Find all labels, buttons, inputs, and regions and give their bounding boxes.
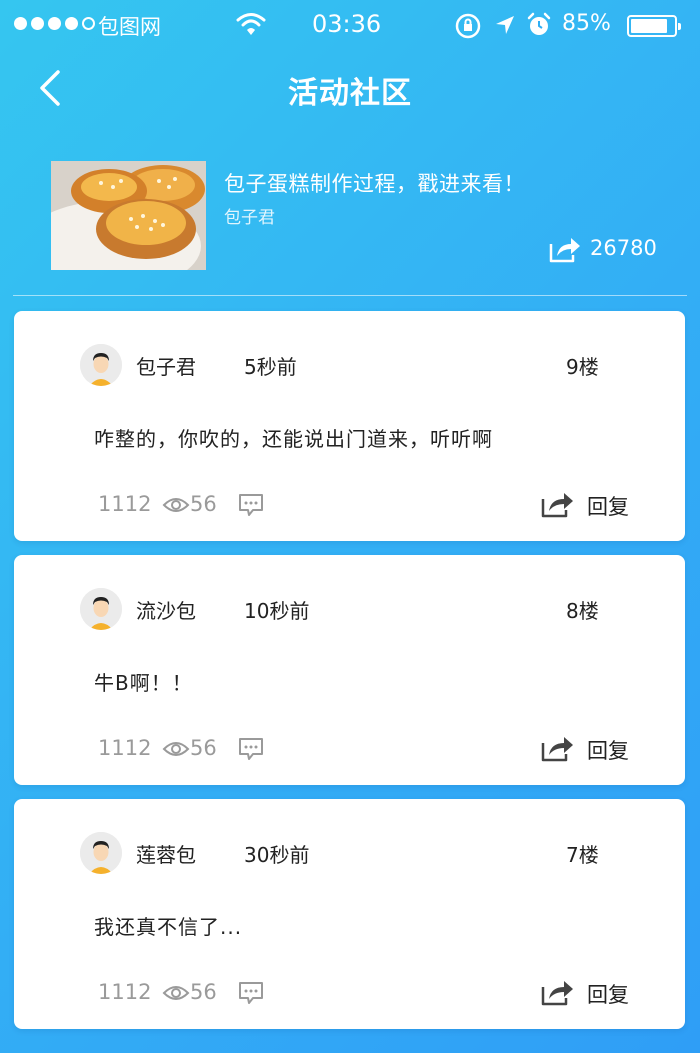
header-divider — [13, 295, 687, 296]
view-count: 56 — [190, 492, 217, 516]
comment-icon[interactable] — [238, 981, 264, 1005]
reply-button[interactable]: 回复 — [539, 975, 649, 1011]
signal-strength-icon — [14, 17, 95, 30]
username[interactable]: 莲蓉包 — [136, 839, 196, 868]
share-reply-icon — [541, 493, 573, 518]
carrier-name: 包图网 — [98, 15, 161, 39]
reply-label: 回复 — [587, 983, 629, 1007]
post-thumbnail[interactable] — [51, 161, 206, 270]
eye-icon — [162, 742, 190, 756]
avatar[interactable] — [80, 344, 122, 386]
battery-percentage: 85% — [562, 11, 611, 36]
comment-icon[interactable] — [238, 737, 264, 761]
eye-icon — [162, 498, 190, 512]
username[interactable]: 流沙包 — [136, 595, 196, 624]
rotation-lock-icon — [455, 13, 481, 39]
alarm-icon — [527, 12, 551, 35]
like-count: 1112 — [98, 980, 152, 1004]
floor-number: 7楼 — [566, 843, 599, 867]
avatar[interactable] — [80, 832, 122, 874]
floor-number: 9楼 — [566, 355, 599, 379]
status-bar: 包图网 03:36 85% — [0, 0, 700, 52]
status-time: 03:36 — [312, 10, 382, 38]
comment-time: 5秒前 — [244, 355, 297, 379]
post-title[interactable]: 包子蛋糕制作过程，戳进来看！ — [224, 168, 525, 198]
reply-label: 回复 — [587, 495, 629, 519]
floor-number: 8楼 — [566, 599, 599, 623]
eye-icon — [162, 986, 190, 1000]
comment-time: 30秒前 — [244, 843, 310, 867]
view-count: 56 — [190, 736, 217, 760]
page-title: 活动社区 — [288, 76, 412, 111]
comment-icon[interactable] — [238, 493, 264, 517]
share-reply-icon — [541, 737, 573, 762]
comment-text: 咋整的，你吹的，还能说出门道来，听听啊 — [94, 427, 493, 451]
like-count: 1112 — [98, 492, 152, 516]
comment-text: 牛B啊！！ — [94, 671, 193, 695]
comment-time: 10秒前 — [244, 599, 310, 623]
reply-button[interactable]: 回复 — [539, 731, 649, 767]
battery-icon — [627, 15, 681, 37]
share-count: 26780 — [590, 236, 657, 260]
avatar[interactable] — [80, 588, 122, 630]
post-author: 包子君 — [224, 208, 275, 228]
wifi-icon — [236, 13, 266, 35]
comment-card: 流沙包 10秒前 8楼 牛B啊！！ 1112 56 回复 — [14, 555, 685, 785]
username[interactable]: 包子君 — [136, 351, 196, 380]
comment-card: 包子君 5秒前 9楼 咋整的，你吹的，还能说出门道来，听听啊 1112 56 回… — [14, 311, 685, 541]
reply-button[interactable]: 回复 — [539, 487, 649, 523]
comment-card: 莲蓉包 30秒前 7楼 我还真不信了... 1112 56 回复 — [14, 799, 685, 1029]
view-count: 56 — [190, 980, 217, 1004]
location-icon — [496, 16, 514, 34]
comment-text: 我还真不信了... — [94, 915, 243, 939]
like-count: 1112 — [98, 736, 152, 760]
reply-label: 回复 — [587, 739, 629, 763]
share-icon[interactable] — [547, 234, 581, 264]
share-reply-icon — [541, 981, 573, 1006]
